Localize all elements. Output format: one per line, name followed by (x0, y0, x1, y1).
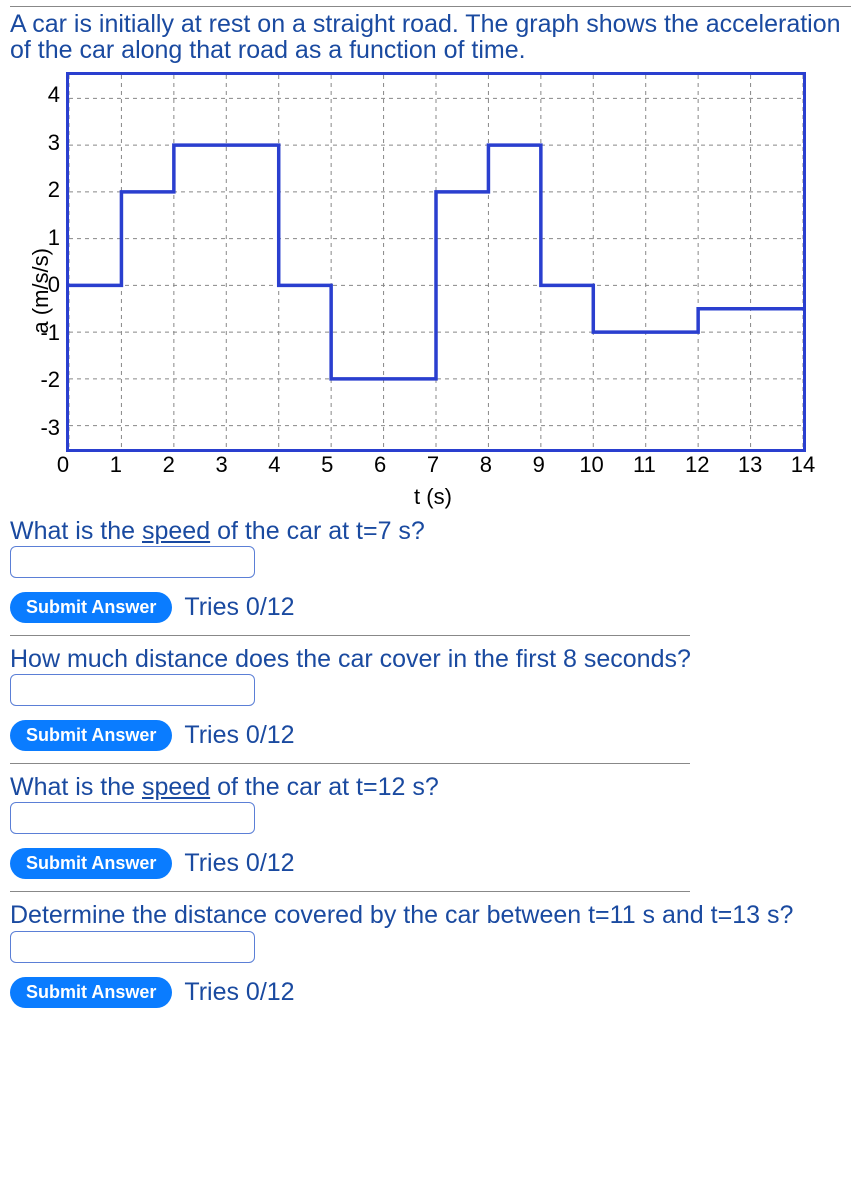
x-tick: 14 (791, 452, 815, 478)
y-tick: 0 (34, 272, 60, 298)
submit-answer-button[interactable]: Submit Answer (10, 720, 172, 751)
y-tick: 2 (34, 177, 60, 203)
y-tick: 4 (34, 82, 60, 108)
y-tick: -2 (34, 367, 60, 393)
question-text: What is the speed of the car at t=12 s? (10, 774, 851, 800)
x-tick: 11 (633, 452, 656, 478)
x-tick: 0 (57, 452, 69, 478)
x-tick: 8 (480, 452, 492, 478)
x-tick: 7 (427, 452, 439, 478)
chart-plot-area (66, 72, 806, 452)
answer-input[interactable] (10, 802, 255, 834)
question-text: What is the speed of the car at t=7 s? (10, 518, 851, 544)
chart-container: a (m/s/s) -3-2-101234 012345678910111213… (28, 72, 851, 510)
y-tick: -3 (34, 415, 60, 441)
problem-intro: A car is initially at rest on a straight… (10, 6, 851, 64)
x-tick: 5 (321, 452, 333, 478)
x-tick: 9 (533, 452, 545, 478)
answer-input[interactable] (10, 931, 255, 963)
y-tick: -1 (34, 320, 60, 346)
submit-answer-button[interactable]: Submit Answer (10, 848, 172, 879)
x-axis-label: t (s) (414, 484, 452, 510)
answer-input[interactable] (10, 674, 255, 706)
x-tick: 3 (215, 452, 227, 478)
x-tick: 2 (163, 452, 175, 478)
separator (10, 635, 690, 636)
question-text: Determine the distance covered by the ca… (10, 902, 851, 928)
x-tick-labels: 01234567891011121314 (63, 452, 803, 482)
x-tick: 6 (374, 452, 386, 478)
tries-counter: Tries 0/12 (184, 978, 294, 1007)
separator (10, 763, 690, 764)
answer-input[interactable] (10, 546, 255, 578)
separator (10, 891, 690, 892)
question-text: How much distance does the car cover in … (10, 646, 851, 672)
tries-counter: Tries 0/12 (184, 849, 294, 878)
x-tick: 1 (110, 452, 122, 478)
x-tick: 13 (738, 452, 762, 478)
submit-answer-button[interactable]: Submit Answer (10, 977, 172, 1008)
tries-counter: Tries 0/12 (184, 593, 294, 622)
y-tick: 3 (34, 130, 60, 156)
y-tick: 1 (34, 225, 60, 251)
submit-answer-button[interactable]: Submit Answer (10, 592, 172, 623)
tries-counter: Tries 0/12 (184, 721, 294, 750)
x-tick: 12 (685, 452, 709, 478)
x-tick: 10 (579, 452, 603, 478)
x-tick: 4 (268, 452, 280, 478)
